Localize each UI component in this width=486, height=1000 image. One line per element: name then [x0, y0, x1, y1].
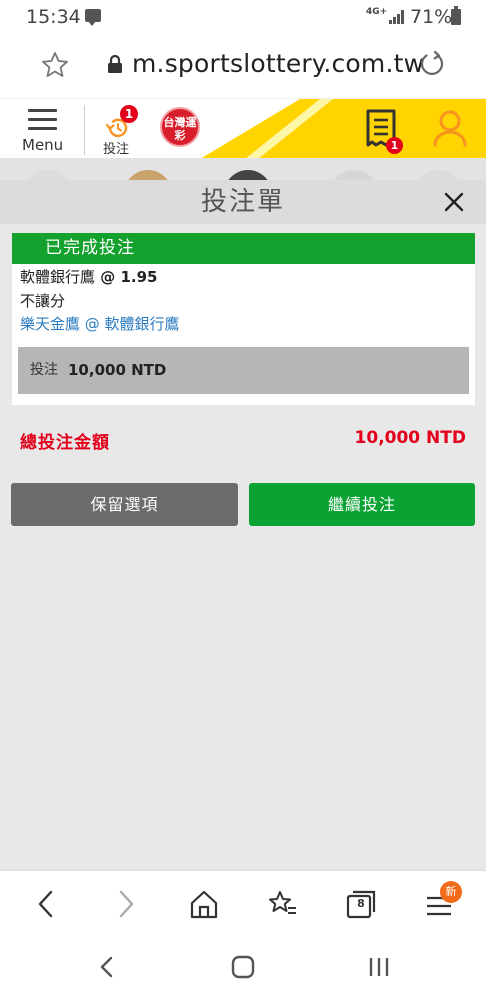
bet-card: 已完成投注 軟體銀行鷹 @ 1.95 不讓分 樂天金鷹 @ 軟體銀行鷹 投注 1… — [12, 233, 475, 405]
modal-header: 投注單 — [0, 180, 486, 224]
system-nav-bar — [0, 936, 486, 1000]
tabs-count: 8 — [357, 897, 365, 910]
stake-box: 投注 10,000 NTD — [18, 347, 469, 394]
bet-slip-badge: 1 — [386, 137, 403, 154]
stake-label: 投注 — [30, 362, 58, 378]
header-divider — [84, 105, 85, 155]
modal-title: 投注單 — [200, 187, 285, 217]
bookmarks-icon[interactable] — [268, 889, 298, 919]
menu-label: Menu — [22, 136, 64, 154]
bet-history-button[interactable]: 1 投注 — [100, 105, 140, 157]
home-icon[interactable] — [189, 889, 219, 919]
forward-icon[interactable] — [110, 889, 140, 919]
battery-percent: 71% — [410, 6, 453, 28]
status-time: 15:34 — [26, 6, 81, 28]
market-type: 不讓分 — [20, 292, 66, 310]
selection-odds-prefix: @ — [95, 268, 121, 286]
address-bar: m.sportslottery.com.tw — [0, 34, 486, 98]
total-stake-value: 10,000 NTD — [354, 428, 466, 448]
status-bar: 15:34 4G+ 71% — [0, 0, 486, 34]
stake-value: 10,000 NTD — [68, 361, 167, 379]
bookmark-star-icon[interactable] — [40, 50, 70, 80]
system-back-icon[interactable] — [94, 954, 120, 980]
bet-slip-button[interactable]: 1 — [362, 107, 406, 155]
bet-label: 投注 — [103, 142, 130, 157]
message-icon — [85, 9, 101, 26]
network-indicator: 4G+ — [366, 7, 388, 17]
bet-slip-modal: 投注單 已完成投注 軟體銀行鷹 @ 1.95 不讓分 樂天金鷹 @ 軟體銀行鷹 … — [0, 180, 486, 870]
user-account-icon[interactable] — [432, 109, 468, 147]
team-logo — [24, 170, 72, 180]
battery-icon — [451, 6, 461, 25]
bet-status-banner: 已完成投注 — [12, 233, 475, 264]
close-icon[interactable] — [440, 188, 468, 216]
total-stake-label: 總投注金額 — [20, 433, 110, 453]
back-icon[interactable] — [32, 889, 62, 919]
match-link[interactable]: 樂天金鷹 @ 軟體銀行鷹 — [20, 313, 180, 334]
keep-selections-button[interactable]: 保留選項 — [11, 483, 238, 526]
hamburger-icon — [28, 109, 57, 131]
team-logo — [224, 170, 272, 180]
selection-line: 軟體銀行鷹 @ 1.95 — [20, 266, 157, 287]
selection-name: 軟體銀行鷹 — [20, 268, 96, 286]
reload-icon[interactable] — [418, 50, 446, 78]
url-field[interactable]: m.sportslottery.com.tw — [132, 49, 424, 78]
new-badge: 新 — [440, 881, 462, 903]
site-header: Menu 1 投注 台灣運彩 1 — [0, 98, 486, 158]
browser-toolbar: 8 新 — [0, 870, 486, 936]
header-stripe — [201, 99, 486, 158]
lock-icon — [108, 54, 122, 73]
system-home-icon[interactable] — [230, 954, 256, 980]
tabs-button[interactable]: 8 — [346, 889, 376, 919]
team-logo — [414, 170, 462, 180]
background-content — [0, 158, 486, 180]
sports-lottery-logo[interactable]: 台灣運彩 — [160, 107, 200, 147]
team-logo — [124, 170, 172, 180]
signal-icon — [389, 10, 405, 24]
selection-odds: 1.95 — [120, 268, 158, 286]
recent-apps-icon[interactable] — [366, 954, 392, 980]
bet-badge: 1 — [120, 105, 138, 123]
continue-betting-button[interactable]: 繼續投注 — [249, 483, 475, 526]
menu-button[interactable]: Menu — [18, 107, 70, 157]
team-logo — [330, 170, 378, 180]
